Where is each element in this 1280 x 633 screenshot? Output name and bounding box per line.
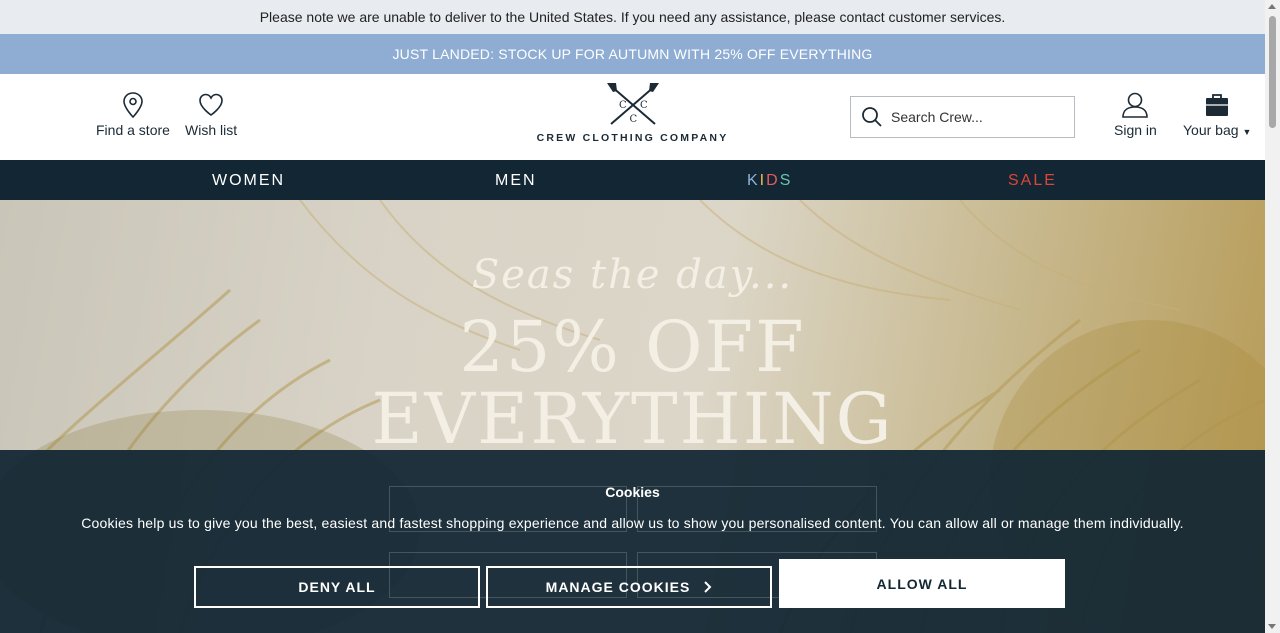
hero-headline-discount: 25% OFF bbox=[459, 306, 806, 388]
chevron-right-icon bbox=[704, 581, 712, 593]
caret-down-icon: ▼ bbox=[1242, 127, 1252, 137]
location-pin-icon bbox=[123, 92, 143, 118]
find-store-link[interactable]: Find a store bbox=[96, 92, 170, 138]
main-navigation: WOMEN MEN KIDS SALE bbox=[0, 160, 1265, 200]
brand-logo[interactable]: C C C CREW CLOTHING COMPANY bbox=[535, 82, 730, 156]
heart-icon bbox=[199, 93, 223, 116]
brand-logo-text[interactable]: CREW CLOTHING COMPANY bbox=[537, 132, 729, 144]
delivery-notice-text: Please note we are unable to deliver to … bbox=[259, 9, 1006, 25]
logo-letter-left: C bbox=[619, 100, 627, 111]
manage-cookies-label: MANAGE COOKIES bbox=[545, 579, 691, 595]
nav-item-kids[interactable]: KIDS bbox=[747, 172, 792, 190]
nav-item-sale[interactable]: SALE bbox=[1008, 172, 1057, 190]
nav-item-men[interactable]: MEN bbox=[495, 172, 537, 190]
scroll-up-arrow-icon[interactable] bbox=[1268, 4, 1276, 9]
kids-letter-d: D bbox=[766, 172, 780, 189]
cookie-title: Cookies bbox=[605, 484, 660, 500]
hero-script-heading: Seas the day... bbox=[471, 252, 794, 298]
cookie-consent-panel: Cookies Cookies help us to give you the … bbox=[0, 450, 1265, 633]
logo-letter-bottom: C bbox=[629, 114, 637, 125]
your-bag-link[interactable]: Your bag ▼ bbox=[1183, 92, 1251, 138]
delivery-notice-bar: Please note we are unable to deliver to … bbox=[0, 0, 1265, 34]
deny-all-button[interactable]: DENY ALL bbox=[194, 566, 480, 608]
manage-cookies-button[interactable]: MANAGE COOKIES bbox=[486, 566, 772, 608]
promo-banner-text[interactable]: JUST LANDED: STOCK UP FOR AUTUMN WITH 25… bbox=[392, 46, 872, 62]
wish-list-link[interactable]: Wish list bbox=[185, 92, 237, 138]
hero-headline-everything: EVERYTHING bbox=[371, 378, 894, 460]
search-input[interactable] bbox=[891, 109, 1061, 125]
kids-letter-s: S bbox=[779, 172, 793, 189]
allow-all-label: ALLOW ALL bbox=[876, 575, 968, 592]
sign-in-link[interactable]: Sign in bbox=[1114, 92, 1157, 138]
site-header: Find a store Wish list C C C CREW CLOTHI… bbox=[0, 74, 1265, 160]
sign-in-label[interactable]: Sign in bbox=[1114, 122, 1157, 138]
scrollbar-thumb[interactable] bbox=[1269, 16, 1276, 128]
logo-letter-right: C bbox=[640, 100, 648, 111]
cookie-description: Cookies help us to give you the best, ea… bbox=[81, 515, 1184, 531]
kids-letter-k: K bbox=[747, 172, 760, 189]
allow-all-button[interactable]: ALLOW ALL bbox=[779, 559, 1065, 608]
search-box[interactable] bbox=[850, 96, 1075, 138]
wish-list-label[interactable]: Wish list bbox=[185, 122, 237, 138]
promo-banner[interactable]: JUST LANDED: STOCK UP FOR AUTUMN WITH 25… bbox=[0, 34, 1265, 74]
shopping-bag-icon bbox=[1206, 94, 1229, 116]
page-scrollbar[interactable] bbox=[1265, 0, 1280, 633]
nav-item-women[interactable]: WOMEN bbox=[212, 172, 285, 190]
your-bag-text: Your bag bbox=[1183, 122, 1239, 138]
scroll-down-arrow-icon[interactable] bbox=[1268, 624, 1276, 629]
deny-all-label: DENY ALL bbox=[298, 579, 376, 595]
find-store-label[interactable]: Find a store bbox=[96, 122, 170, 138]
search-icon[interactable] bbox=[861, 106, 883, 128]
crossed-oars-logo-icon: C C C bbox=[606, 83, 659, 125]
your-bag-label[interactable]: Your bag ▼ bbox=[1183, 122, 1251, 138]
user-icon bbox=[1122, 92, 1149, 118]
